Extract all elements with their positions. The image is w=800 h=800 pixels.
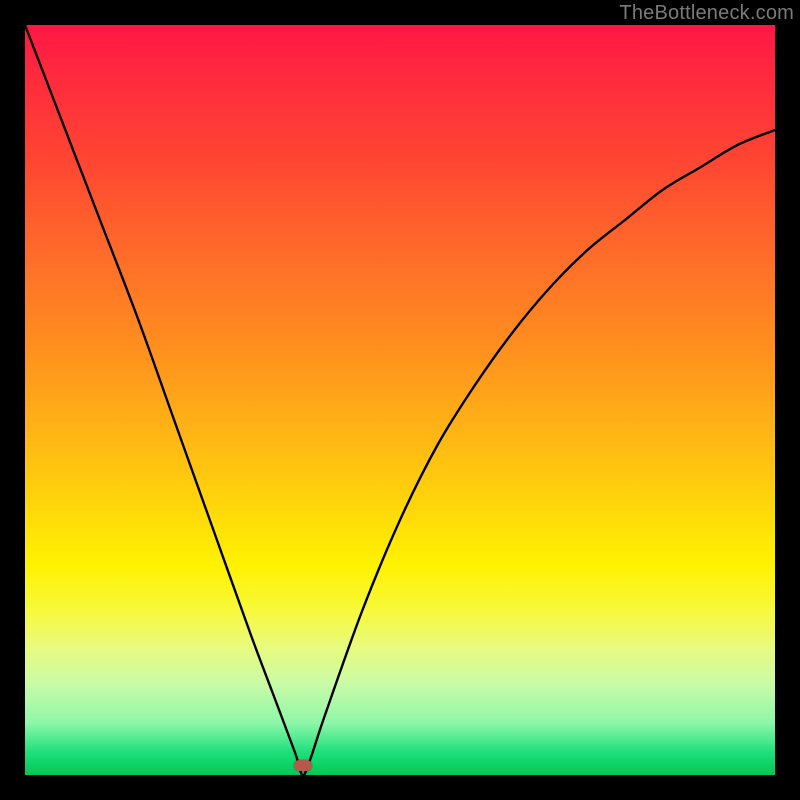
watermark-text: TheBottleneck.com bbox=[619, 2, 794, 25]
min-point-marker bbox=[294, 760, 312, 771]
curve-svg bbox=[25, 25, 775, 775]
bottleneck-curve bbox=[25, 25, 775, 775]
plot-area bbox=[25, 25, 775, 775]
chart-frame: TheBottleneck.com bbox=[0, 0, 800, 800]
